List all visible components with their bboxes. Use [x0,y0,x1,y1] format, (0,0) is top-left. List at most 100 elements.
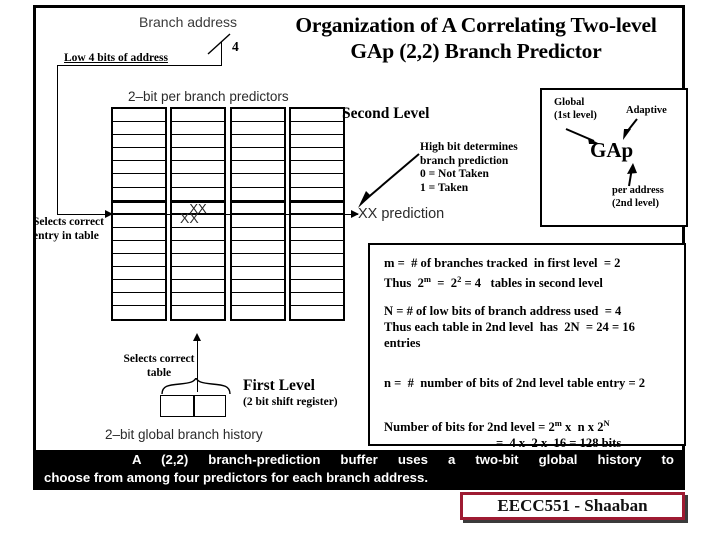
table-row [232,241,284,254]
table-row [113,306,165,319]
table-row [172,280,224,294]
table-row [291,109,343,123]
table-row-selected [291,200,343,215]
shift-register-divider [193,396,195,416]
table-row-selected [113,200,165,215]
table-row [172,188,224,201]
table-row [172,174,224,188]
table-row [291,267,343,281]
formula-l2b: m [423,274,431,284]
formula-line-8: = 4 x 2 x 16 = 128 bits [496,436,622,451]
formula-l7a: Number of bits for 2nd level = 2 [384,420,555,435]
formula-l7b: m [554,418,562,429]
table-row [113,254,165,268]
table-row [113,188,165,201]
table-link-1-2 [166,214,174,216]
formula-spacer [384,351,672,363]
gap-global-line-1: Global [554,97,585,108]
caption-line-1: A (2,2) branch-prediction buffer uses a … [132,452,674,467]
gap-adaptive-label: Adaptive [626,105,667,116]
table-row [232,306,284,319]
table-row [291,122,343,136]
table-row [172,161,224,175]
high-bit-note-line-4: 1 = Taken [420,181,469,194]
table-row [291,280,343,294]
low-4-bits-label: Low 4 bits of address [64,52,168,64]
table-row [113,280,165,294]
table-row [291,254,343,268]
gap-per-address-label: per address (2nd level) [612,184,664,210]
table-row [232,280,284,294]
table-row [291,148,343,162]
predictors-label: 2–bit per branch predictors [128,89,289,104]
gap-global-line-2: (1st level) [554,110,597,121]
table-link-2-3 [225,214,233,216]
xx-mid-label: XX [180,210,199,226]
formula-spacer [384,363,672,375]
formula-box: m = # of branches tracked in first level… [368,243,686,450]
high-bit-note-arrow-icon [358,153,420,208]
table-row [232,254,284,268]
table-row [291,293,343,307]
formula-line-2: Thus 2m = 22 = 4 tables in second level [384,271,672,291]
table-row [232,161,284,175]
table-row [232,174,284,188]
table-row [113,215,165,228]
table-row [291,188,343,201]
global-history-label: 2–bit global branch history [105,427,263,442]
table-row [113,109,165,123]
predictor-table-4[interactable] [289,107,345,322]
table-row [232,148,284,162]
table-row [291,135,343,149]
table-row [232,188,284,201]
formula-l2a: Thus 2 [384,276,424,291]
table-row [113,135,165,149]
table-row [113,122,165,136]
formula-l7c: x n x 2 [561,420,604,435]
table-row [232,267,284,281]
formula-spacer [384,403,672,415]
table-row [232,135,284,149]
page-title: Organization of A Correlating Two-level … [295,13,657,63]
formula-line-6: n = # number of bits of 2nd level table … [384,376,646,391]
high-bit-note-line-2: branch prediction [420,154,509,167]
table-row [232,215,284,228]
table-row [172,228,224,241]
table-row [172,122,224,136]
table-row [113,267,165,281]
formula-l7d: N [603,418,610,429]
selects-entry-label: Selects correct entry in table [33,215,113,243]
gap-per-address-line-1: per address [612,185,664,196]
table-row [172,293,224,307]
high-bit-note: High bit determines branch prediction 0 … [420,141,540,195]
table-row [172,135,224,149]
table-row [232,293,284,307]
table-row [113,161,165,175]
gap-acronym: GAp [590,138,634,162]
course-badge-label: EECC551 - Shaaban [497,496,648,515]
table-row [291,241,343,254]
table-row [291,161,343,175]
gap-box: Global (1st level) Adaptive GAp per addr… [540,88,688,227]
caption-line-2: choose from among four predictors for ea… [44,470,428,485]
table-row [291,306,343,319]
predictor-table-1[interactable] [111,107,167,322]
high-bit-note-line-1: High bit determines [420,141,518,153]
formula-spacer [384,291,672,303]
table-link-3-4 [285,214,293,216]
shift-register[interactable] [160,395,226,417]
gap-global-label: Global (1st level) [554,96,597,122]
table-row [172,267,224,281]
table-row [172,254,224,268]
first-level-subtitle: (2 bit shift register) [243,396,338,408]
predictor-table-3[interactable] [230,107,286,322]
formula-l2e: = 4 tables in second level [461,276,603,291]
table-row-selected [232,200,284,215]
xx-prediction-label: XX prediction [358,206,445,222]
table-row [172,306,224,319]
formula-line-4: Thus each table in 2nd level has 2N = 24… [384,320,635,335]
selects-table-label: Selects correct table [123,353,195,379]
table-row [232,109,284,123]
selects-entry-line: Selects correct entry in table [33,216,104,242]
table-row [232,122,284,136]
